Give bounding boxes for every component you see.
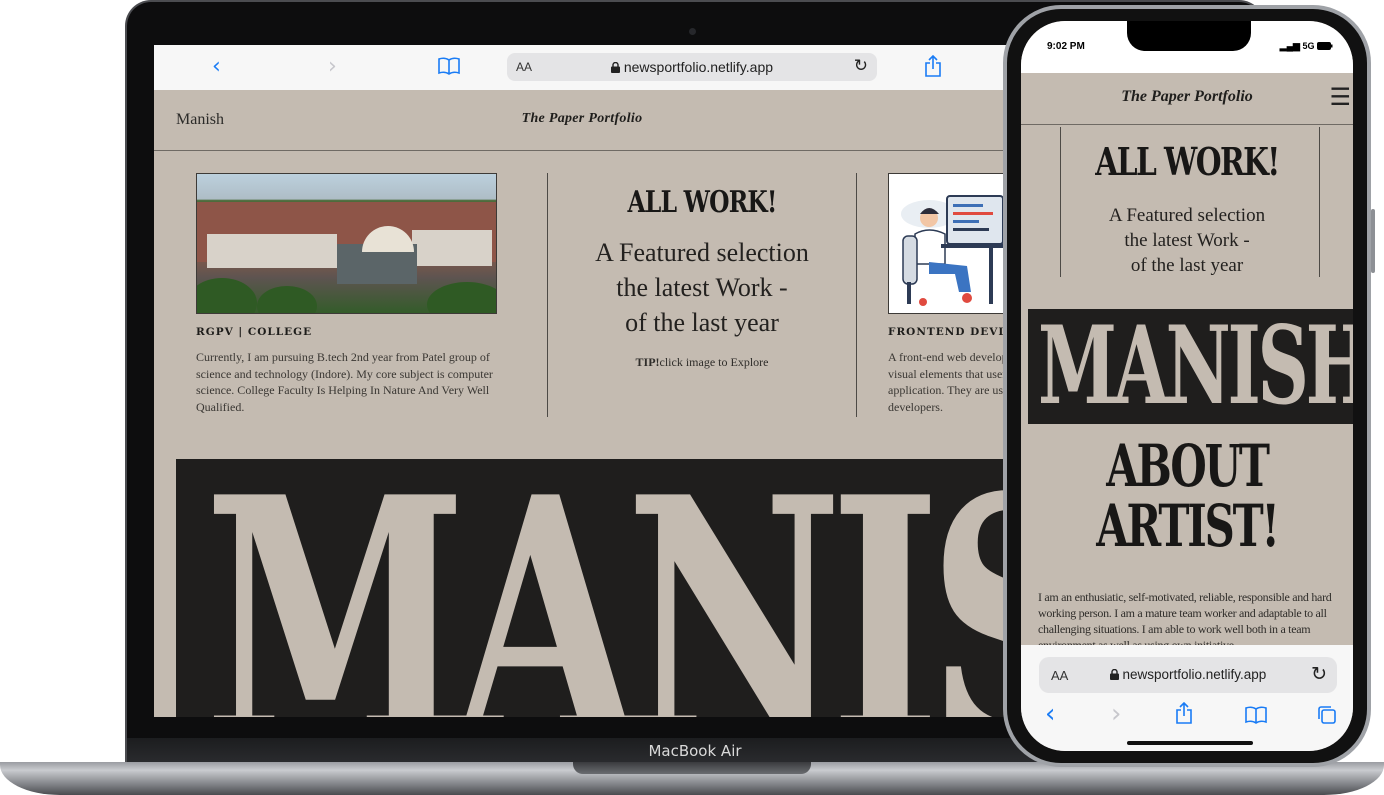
about-line: ARTIST!	[1096, 492, 1280, 560]
phone-hero-subtitle: A Featured selection the latest Work - o…	[1021, 203, 1353, 278]
college-image[interactable]	[196, 173, 497, 314]
building-shape	[412, 230, 492, 266]
college-card-title: RGPV | COLLEGE	[196, 326, 313, 338]
phone-site-header: The Paper Portfolio ☰	[1021, 73, 1353, 125]
about-text: I am an enthusiatic, self-motivated, rel…	[1038, 590, 1332, 645]
address-bar[interactable]: AA newsportfolio.netlify.app ↻	[507, 53, 877, 81]
phone-banner-text: MANISH	[1038, 309, 1353, 424]
tree-shape	[197, 278, 257, 313]
forward-icon[interactable]: ›	[328, 55, 337, 79]
subtitle-line: A Featured selection	[595, 238, 809, 267]
phone-safari-toolbar: AA newsportfolio.netlify.app ↻ ‹ ›	[1021, 645, 1353, 751]
college-card-text: Currently, I am pursuing B.tech 2nd year…	[196, 350, 493, 414]
camera-icon	[689, 28, 696, 35]
home-indicator[interactable]	[1127, 741, 1253, 745]
subtitle-line: the latest Work -	[616, 273, 788, 302]
tree-shape	[427, 282, 496, 313]
hero-subtitle: A Featured selection the latest Work - o…	[547, 235, 857, 340]
subtitle-line: the latest Work -	[1124, 230, 1250, 251]
signal-status: ▂▄▆ 5G	[1280, 41, 1333, 52]
tip-value: click image to Explore	[659, 355, 769, 369]
back-icon[interactable]: ‹	[212, 55, 221, 79]
phone-url-value: newsportfolio.netlify.app	[1122, 667, 1267, 682]
phone-share-icon[interactable]	[1175, 701, 1193, 730]
lock-icon	[610, 59, 624, 75]
url-text: newsportfolio.netlify.app	[507, 59, 877, 75]
dynamic-island	[1127, 21, 1251, 51]
developer-illustration[interactable]	[888, 173, 1010, 314]
tree-shape	[257, 286, 317, 313]
about-line: ABOUT	[1106, 432, 1270, 500]
phone-reload-icon[interactable]: ↻	[1311, 663, 1327, 685]
share-icon[interactable]	[924, 54, 942, 83]
macbook-notch	[573, 762, 811, 774]
phone-site-logo[interactable]: The Paper Portfolio	[1021, 88, 1353, 106]
phone-forward-icon[interactable]: ›	[1111, 699, 1121, 729]
iphone-frame: 9:02 PM ▂▄▆ 5G The Paper Portfolio ☰ ALL…	[1003, 5, 1375, 767]
building-shape	[207, 234, 337, 268]
network-label: 5G	[1302, 41, 1315, 51]
url-value: newsportfolio.netlify.app	[623, 59, 774, 75]
phone-name-banner: MANISH	[1028, 309, 1353, 424]
developer-card-text: A front-end web develop visual elements …	[888, 350, 1010, 414]
laptop-screen: ‹ › AA newsportfolio.netlify.app ↻ Manis…	[154, 45, 1010, 717]
name-banner: MANISH	[176, 459, 1010, 717]
safari-toolbar: ‹ › AA newsportfolio.netlify.app ↻	[154, 45, 1010, 90]
phone-url-text: newsportfolio.netlify.app	[1039, 667, 1337, 682]
site-logo[interactable]: The Paper Portfolio	[154, 111, 1010, 127]
phone-book-icon[interactable]	[1245, 705, 1267, 730]
tip-label: TIP!	[635, 355, 660, 369]
phone-back-icon[interactable]: ‹	[1045, 699, 1055, 729]
book-icon[interactable]	[438, 57, 460, 81]
phone-address-bar[interactable]: AA newsportfolio.netlify.app ↻	[1039, 657, 1337, 693]
status-bar: 9:02 PM ▂▄▆ 5G	[1021, 21, 1353, 73]
about-artist-heading: ABOUT ARTIST!	[1067, 436, 1306, 556]
hamburger-menu-icon[interactable]: ☰	[1329, 83, 1351, 111]
status-time: 9:02 PM	[1047, 41, 1085, 52]
reload-icon[interactable]: ↻	[854, 56, 868, 76]
lock-icon	[1109, 667, 1123, 682]
battery-icon	[1317, 41, 1333, 51]
subtitle-line: of the last year	[625, 308, 779, 337]
all-work-heading: ALL WORK!	[627, 185, 778, 220]
phone-screen: 9:02 PM ▂▄▆ 5G The Paper Portfolio ☰ ALL…	[1021, 21, 1353, 751]
developer-card-title: FRONTEND DEVLOPER |	[888, 326, 1010, 338]
subtitle-line: of the last year	[1130, 255, 1244, 276]
power-button	[1371, 209, 1375, 273]
phone-tabs-icon[interactable]	[1317, 705, 1337, 731]
signal-icon: ▂▄▆	[1279, 41, 1303, 51]
subtitle-line: A Featured selection	[1108, 205, 1266, 226]
phone-all-work-heading: ALL WORK!	[1095, 139, 1280, 184]
site-header: Manish The Paper Portfolio	[154, 90, 1010, 151]
tip-text: TIP!click image to Explore	[547, 355, 857, 370]
banner-text: MANISH	[204, 459, 1010, 717]
